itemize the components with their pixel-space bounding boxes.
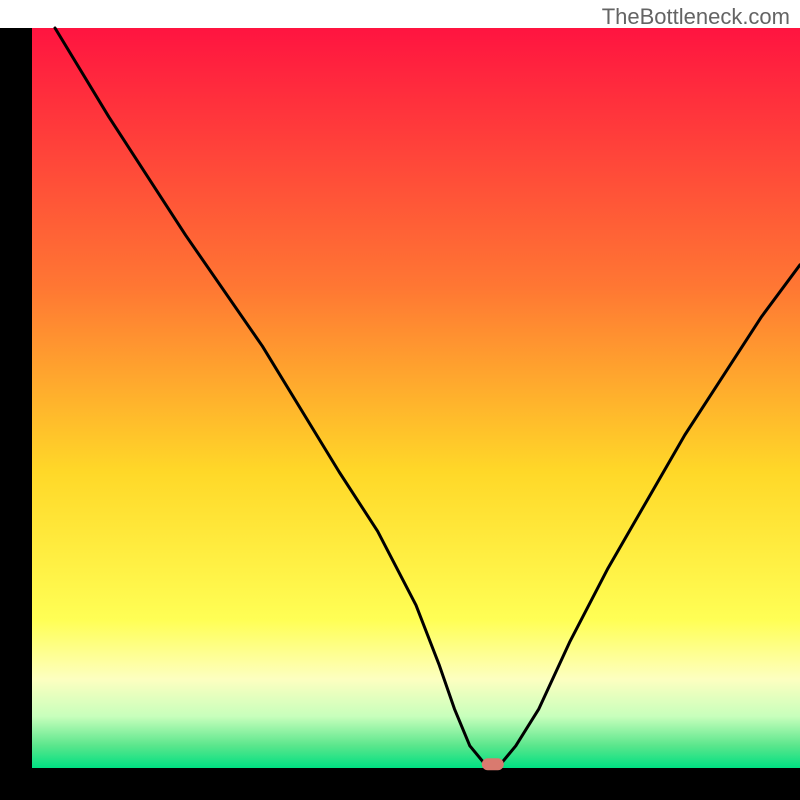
chart-container: TheBottleneck.com (0, 0, 800, 800)
bottleneck-chart (0, 0, 800, 800)
optimum-marker (482, 758, 504, 770)
gradient-background (32, 28, 800, 768)
x-axis (0, 768, 800, 800)
watermark-text: TheBottleneck.com (602, 4, 790, 30)
y-axis (0, 28, 32, 800)
